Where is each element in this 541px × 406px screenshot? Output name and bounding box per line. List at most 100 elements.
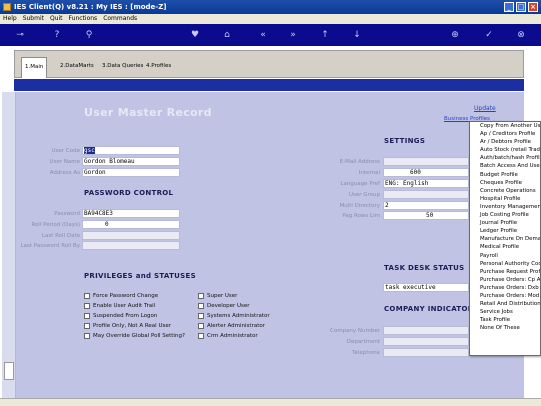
override-poll-setting-checkbox[interactable]: May Override Global Poll Setting? [84, 333, 185, 339]
dropdown-item[interactable]: Inventory Management [470, 203, 540, 211]
maximize-button[interactable]: □ [516, 2, 526, 12]
password-field[interactable]: BA94C8E3 [82, 209, 180, 218]
dropdown-item[interactable]: Manufacture On Demand [470, 235, 540, 243]
key-icon[interactable]: ⊸ [10, 28, 30, 42]
menu-quit[interactable]: Quit [47, 14, 66, 23]
crm-administrator-checkbox[interactable]: Crm Administrator [198, 333, 258, 339]
task-desk-field[interactable]: task executive [383, 283, 469, 292]
user-code-field[interactable]: gsc [82, 146, 180, 155]
down-icon[interactable]: ↓ [350, 28, 364, 42]
dropdown-item[interactable]: Purchase Orders: Cp And [470, 276, 540, 284]
last-roll-by-label: Last Password Roll By [20, 243, 80, 249]
last-roll-date-label: Last Roll Date [41, 233, 80, 239]
dropdown-item[interactable]: Retail And Distribution [470, 300, 540, 308]
department-field[interactable] [383, 337, 469, 346]
dropdown-item[interactable]: Concrete Operations [470, 187, 540, 195]
developer-user-checkbox[interactable]: Developer User [198, 303, 250, 309]
enable-audit-trail-checkbox[interactable]: Enable User Audit Trail [84, 303, 155, 309]
menu-functions[interactable]: Functions [66, 14, 101, 23]
pag-rows-label: Pag Rows Lim [342, 213, 380, 219]
department-label: Department [346, 339, 380, 345]
dropdown-item[interactable]: Payroll [470, 252, 540, 260]
force-password-change-checkbox[interactable]: Force Password Change [84, 293, 158, 299]
dropdown-item[interactable]: Ap / Creditors Profile [470, 130, 540, 138]
email-field[interactable] [383, 157, 469, 166]
back-icon[interactable]: « [256, 28, 270, 42]
email-label: E-Mail Address [339, 159, 380, 165]
minimize-button[interactable]: _ [504, 2, 514, 12]
menu-bar: Help Submit Quit Functions Commands [0, 14, 541, 24]
user-name-field[interactable]: Gordon Blomeau [82, 157, 180, 166]
dropdown-item[interactable]: Hospital Profile [470, 195, 540, 203]
help-icon[interactable]: ? [50, 28, 64, 42]
update-link[interactable]: Update [474, 105, 496, 112]
multi-directory-label: Multi Directory [339, 203, 380, 209]
dropdown-item[interactable]: Journal Profile [470, 219, 540, 227]
tab-data-queries[interactable]: 3.Data Queries [99, 57, 146, 77]
profile-only-checkbox[interactable]: Profile Only, Not A Real User [84, 323, 171, 329]
dropdown-item[interactable]: Task Profile [470, 316, 540, 324]
dropdown-item[interactable]: Auto Stock (retail Trade [470, 146, 540, 154]
password-label: Password [54, 211, 80, 217]
cancel-icon[interactable]: ⊗ [514, 28, 528, 42]
user-code-label: User Code [51, 148, 80, 154]
last-roll-by-field[interactable] [82, 241, 180, 250]
main-content: User Master Record User Code gsc User Na… [16, 92, 524, 398]
pag-rows-field[interactable]: 50 [383, 211, 469, 220]
check-icon[interactable]: ✓ [482, 28, 496, 42]
tab-main[interactable]: 1.Main [21, 57, 48, 78]
privileges-section-title: PRIVILEGES and STATUSES [84, 272, 196, 280]
dropdown-item[interactable]: Cheques Profile [470, 179, 540, 187]
internal-field[interactable]: 600 [383, 168, 469, 177]
dropdown-item[interactable]: Purchase Orders: Dxb P [470, 284, 540, 292]
settings-section-title: SETTINGS [384, 137, 426, 145]
telephone-field[interactable] [383, 348, 469, 357]
up-icon[interactable]: ↑ [318, 28, 332, 42]
logo-icon [4, 362, 14, 380]
systems-administrator-checkbox[interactable]: Systems Administrator [198, 313, 270, 319]
user-group-field[interactable] [383, 190, 469, 199]
tab-profiles[interactable]: 4.Profiles [143, 57, 174, 77]
window-title: IES Client(Q) v8.21 : My IES : [mode-Z] [14, 3, 167, 11]
user-group-label: User Group [348, 192, 380, 198]
page-title: User Master Record [84, 106, 212, 119]
company-number-field[interactable] [383, 326, 469, 335]
dropdown-item[interactable]: Purchase Orders: Mod P [470, 292, 540, 300]
multi-directory-field[interactable]: 2 [383, 201, 469, 210]
dropdown-item[interactable]: Job Costing Profile [470, 211, 540, 219]
menu-help[interactable]: Help [0, 14, 20, 23]
left-panel [2, 92, 16, 398]
forward-icon[interactable]: » [286, 28, 300, 42]
dropdown-item[interactable]: Ledger Profile [470, 227, 540, 235]
dropdown-item[interactable]: Batch Access And User [470, 162, 540, 170]
suspended-from-logon-checkbox[interactable]: Suspended From Logon [84, 313, 157, 319]
alerter-administrator-checkbox[interactable]: Alerter Administrator [198, 323, 265, 329]
last-roll-date-field[interactable] [82, 231, 180, 240]
close-button[interactable]: × [528, 2, 538, 12]
internal-label: Internal [358, 170, 380, 176]
language-field[interactable]: ENG: English [383, 179, 469, 188]
telephone-label: Telephone [352, 350, 380, 356]
menu-commands[interactable]: Commands [100, 14, 140, 23]
dropdown-item[interactable]: Personal Authority Code [470, 260, 540, 268]
dropdown-item[interactable]: Purchase Request Profile [470, 268, 540, 276]
dropdown-item[interactable]: Auth/batch/hash Profile [470, 154, 540, 162]
heart-icon[interactable]: ♥ [188, 28, 202, 42]
home-icon[interactable]: ⌂ [220, 28, 234, 42]
dropdown-item[interactable]: Medical Profile [470, 243, 540, 251]
company-number-label: Company Number [329, 328, 380, 334]
menu-submit[interactable]: Submit [20, 14, 47, 23]
dropdown-item[interactable]: None Of These [470, 324, 540, 332]
search-icon[interactable]: ⚲ [82, 28, 96, 42]
dropdown-item[interactable]: Copy From Another User [470, 122, 540, 130]
address-as-label: Address As [49, 170, 80, 176]
super-user-checkbox[interactable]: Super User [198, 293, 237, 299]
tab-datamarts[interactable]: 2.DataMarts [57, 57, 97, 77]
dropdown-item[interactable]: Service Jobs [470, 308, 540, 316]
business-profiles-dropdown[interactable]: Copy From Another User Ap / Creditors Pro… [469, 121, 541, 356]
dropdown-item[interactable]: Budget Profile [470, 171, 540, 179]
address-as-field[interactable]: Gordon [82, 168, 180, 177]
roll-period-field[interactable]: 0 [82, 220, 180, 229]
dropdown-item[interactable]: Ar / Debtors Profile [470, 138, 540, 146]
add-icon[interactable]: ⊕ [448, 28, 462, 42]
